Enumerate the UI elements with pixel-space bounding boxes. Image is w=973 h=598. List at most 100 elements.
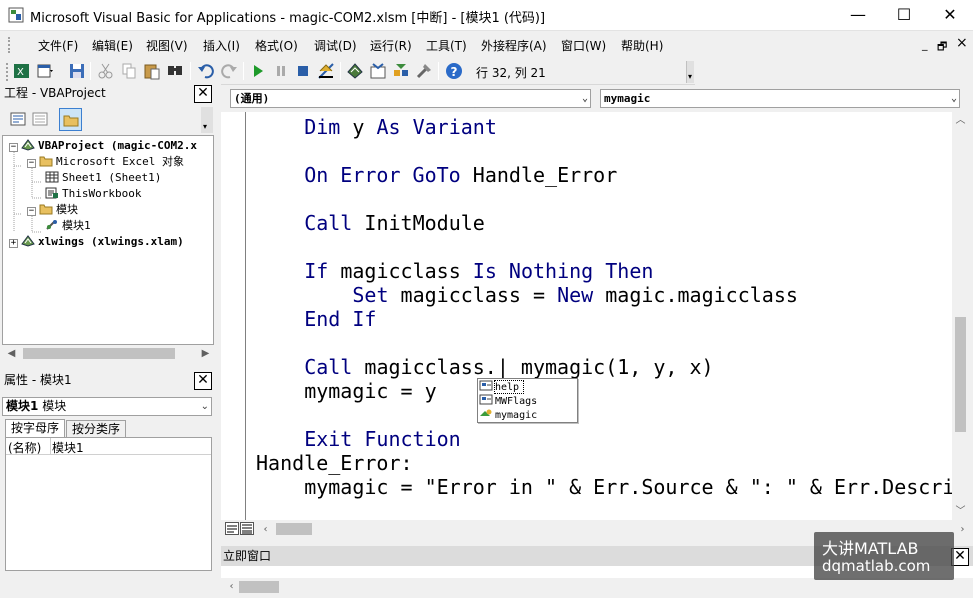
code-line[interactable]: Set magicclass = New magic.magicclass [352,283,798,307]
menu-help[interactable]: 帮助(H) [621,37,663,54]
design-mode-icon[interactable] [317,62,335,80]
code-line[interactable]: Call InitModule [304,211,485,235]
cut-icon[interactable] [97,62,115,80]
menu-insert[interactable]: 插入(I) [203,37,240,54]
procedure-combo[interactable]: mymagic ⌄ [600,89,960,108]
expander-icon[interactable]: + [9,239,18,248]
pane-splitter[interactable] [214,83,221,598]
toggle-folders-button[interactable] [59,108,82,131]
menu-addins[interactable]: 外接程序(A) [481,37,547,54]
expander-icon[interactable]: − [9,143,18,152]
scroll-thumb[interactable] [955,317,966,432]
redo-icon[interactable] [220,62,238,80]
sheet-icon [45,171,62,184]
mdi-restore-button[interactable]: 🗗 [937,38,947,57]
object-browser-icon[interactable] [392,62,410,80]
tree-item[interactable]: + xlwings (xlwings.xlam) [9,234,184,250]
undo-icon[interactable] [197,62,215,80]
code-margin[interactable] [221,112,246,520]
tree-item[interactable]: Sheet1 (Sheet1) [45,170,161,186]
expander-icon[interactable]: − [27,159,36,168]
scroll-left-icon[interactable]: ◀ [3,345,20,362]
menu-debug[interactable]: 调试(D) [314,37,357,54]
property-divider [50,438,51,455]
project-explorer-icon[interactable] [346,62,364,80]
close-button[interactable]: ✕ [927,0,973,30]
tab-alphabetic[interactable]: 按字母序 [5,419,65,437]
properties-pane-close-button[interactable]: ✕ [194,372,212,390]
excel-icon[interactable]: X [13,62,31,80]
folder-icon [39,155,56,168]
toolbox-icon[interactable] [415,62,433,80]
scroll-up-icon[interactable]: ︿ [952,112,969,129]
menu-format[interactable]: 格式(O) [255,37,298,54]
view-object-icon[interactable] [32,111,48,127]
copy-icon[interactable] [120,62,138,80]
tab-categorized[interactable]: 按分类序 [66,420,126,437]
code-line[interactable]: End If [304,307,376,331]
tree-item[interactable]: − VBAProject (magic-COM2.x [9,138,197,154]
full-module-view-icon[interactable] [240,522,254,535]
menu-run[interactable]: 运行(R) [370,37,412,54]
code-line[interactable]: If magicclass Is Nothing Then [304,259,653,283]
code-line[interactable]: Dim y As Variant [304,115,497,139]
code-keyword: End If [304,307,377,331]
reset-icon[interactable] [294,62,312,80]
properties-object-combo[interactable]: 模块1 模块 ⌄ [2,397,212,416]
menu-bar: 文件(F) 编辑(E) 视图(V) 插入(I) 格式(O) 调试(D) 运行(R… [0,31,973,59]
scroll-thumb[interactable] [23,348,175,359]
property-row[interactable]: (名称) 模块1 [6,438,211,455]
project-tree-hscroll[interactable]: ◀ ▶ [3,345,214,362]
menu-tools[interactable]: 工具(T) [426,37,467,54]
find-icon[interactable] [166,62,184,80]
project-toolbar-overflow[interactable]: ▾ [201,107,213,133]
vba-app-icon [8,7,24,23]
autocomplete-item[interactable]: mymagic [479,408,576,422]
scroll-left-icon[interactable]: ‹ [223,578,240,595]
code-line[interactable]: Exit Function [304,427,461,451]
view-code-icon[interactable] [10,111,26,127]
toolbar-overflow[interactable]: ▾ [686,61,694,83]
scroll-right-icon[interactable]: › [954,521,971,538]
object-combo[interactable]: (通用) ⌄ [230,89,591,108]
maximize-button[interactable]: ☐ [881,0,927,30]
scroll-left-icon[interactable]: ‹ [257,521,274,538]
code-line[interactable]: Handle_Error: [256,451,413,475]
scroll-down-icon[interactable]: ﹀ [952,503,969,520]
tree-item[interactable]: ThisWorkbook [45,186,141,202]
toolbar-grip[interactable] [6,63,10,81]
tree-item[interactable]: − Microsoft Excel 对象 [27,154,184,170]
menu-window[interactable]: 窗口(W) [561,37,606,54]
help-icon[interactable]: ? [445,62,463,80]
scroll-right-icon[interactable]: ▶ [197,345,214,362]
workbook-icon [45,187,62,200]
project-pane-close-button[interactable]: ✕ [194,85,212,103]
mdi-minimize-button[interactable]: _ [922,38,928,51]
minimize-button[interactable]: — [835,0,881,30]
tree-item[interactable]: 模块1 [45,218,91,234]
code-line[interactable]: Call magicclass.| mymagic(1, y, x) [304,355,713,379]
immediate-hscroll[interactable]: ‹ [221,578,973,596]
menu-file[interactable]: 文件(F) [38,37,78,54]
autocomplete-item[interactable]: MWFlags [479,394,576,408]
run-icon[interactable] [249,62,267,80]
expander-icon[interactable]: − [27,207,36,216]
paste-icon[interactable] [143,62,161,80]
menu-view[interactable]: 视图(V) [146,37,188,54]
scroll-thumb[interactable] [276,523,312,535]
code-line[interactable]: mymagic = "Error in " & Err.Source & ": … [304,475,952,499]
procedure-view-icon[interactable] [225,522,239,535]
code-line[interactable]: mymagic = y [304,379,436,403]
properties-icon[interactable] [369,62,387,80]
tree-item[interactable]: − 模块 [27,202,78,218]
save-icon[interactable] [68,62,86,80]
code-vscroll[interactable]: ︿ ﹀ [952,112,969,520]
code-editor[interactable]: Dim y As Variant On Error GoTo Handle_Err… [246,112,952,520]
menu-edit[interactable]: 编辑(E) [92,37,133,54]
break-icon[interactable] [272,62,290,80]
scroll-thumb[interactable] [239,581,279,593]
insert-module-icon[interactable] [36,62,54,80]
menu-grip[interactable] [8,37,12,53]
code-line[interactable]: On Error GoTo Handle_Error [304,163,617,187]
mdi-close-button[interactable]: × [956,35,968,51]
